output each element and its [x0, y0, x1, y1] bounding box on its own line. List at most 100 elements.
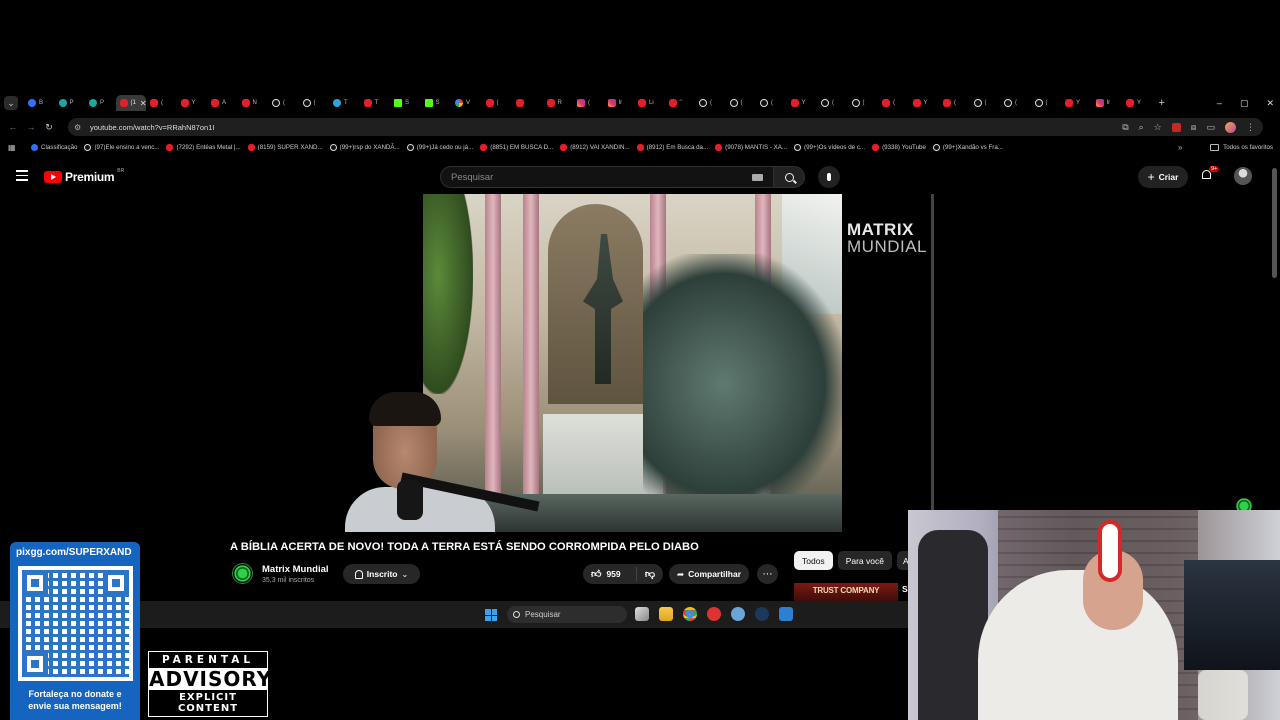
tab[interactable]: " [665, 95, 696, 111]
tab-active[interactable]: (1 ✕ [115, 95, 146, 111]
bookmark-item[interactable]: Classificação [31, 144, 77, 151]
tab[interactable]: S [390, 95, 421, 111]
bookmark-star-icon[interactable]: ☆ [1154, 122, 1162, 133]
channel-name[interactable]: Matrix Mundial [262, 564, 329, 575]
share-button[interactable]: ➦ Compartilhar [669, 564, 749, 584]
task-view-icon[interactable] [635, 607, 649, 621]
tab[interactable]: ( [1031, 95, 1062, 111]
zoom-icon[interactable]: ⌕ [1139, 122, 1144, 133]
bookmark-item[interactable]: (9338) YouTube [872, 144, 926, 151]
bookmark-item[interactable]: (7292) Entéas Metal |... [166, 144, 241, 151]
chrome-menu-icon[interactable]: ⋮ [1246, 122, 1255, 133]
chrome-icon[interactable] [683, 607, 697, 621]
tab[interactable]: T [329, 95, 360, 111]
tab[interactable] [512, 95, 543, 111]
extensions-puzzle-icon[interactable]: ⧈ [1191, 122, 1197, 133]
tab[interactable]: Ir [1092, 95, 1123, 111]
bookmark-item[interactable]: (8912) VAI XANDIN... [560, 144, 630, 151]
tab[interactable]: Y [1061, 95, 1092, 111]
maximize-button[interactable]: ▢ [1240, 98, 1249, 109]
keyboard-icon[interactable] [752, 173, 763, 181]
recommended-video-title[interactable]: S [902, 584, 908, 594]
tab[interactable]: Li [634, 95, 665, 111]
reload-icon[interactable]: ↻ [40, 122, 58, 133]
url-text[interactable]: youtube.com/watch?v=RRahN87on1I [90, 123, 214, 132]
recommended-video-thumbnail[interactable]: TRUST COMPANY [794, 583, 898, 603]
subscribed-button[interactable]: Inscrito ⌄ [343, 564, 420, 584]
tab[interactable]: ( [726, 95, 757, 111]
chip-todos[interactable]: Todos [794, 551, 833, 570]
tab[interactable]: Y [1122, 95, 1153, 111]
omnibox[interactable]: ⚙ youtube.com/watch?v=RRahN87on1I ⧉ ⌕ ☆ … [68, 118, 1263, 136]
tab[interactable]: N [238, 95, 269, 111]
windows-start-icon[interactable] [485, 609, 497, 621]
create-button[interactable]: + Criar [1138, 166, 1188, 188]
apps-grid-icon[interactable]: ▦ [8, 143, 24, 152]
app-blue-icon[interactable] [779, 607, 793, 621]
tab[interactable]: P [85, 95, 116, 111]
tab-search-icon[interactable]: ⌄ [4, 96, 18, 110]
tab[interactable]: ( [848, 95, 879, 111]
bookmarks-overflow-icon[interactable]: » [1178, 143, 1182, 152]
tab[interactable]: Ir [604, 95, 635, 111]
site-info-icon[interactable]: ⚙ [74, 123, 86, 132]
all-bookmarks-button[interactable]: Todos os favoritos [1210, 144, 1273, 151]
taskbar-search[interactable]: Pesquisar [507, 606, 627, 623]
install-app-icon[interactable]: ⧉ [1122, 122, 1128, 133]
search-input[interactable] [451, 171, 741, 183]
bookmark-item[interactable]: (97)Ele ensino a venc... [84, 144, 159, 151]
profile-avatar[interactable] [1225, 121, 1236, 133]
channel-avatar[interactable] [232, 563, 253, 584]
app-red-icon[interactable] [707, 607, 721, 621]
more-actions-button[interactable]: ⋯ [757, 564, 778, 584]
dislike-button[interactable]: 👎︎ [637, 568, 663, 580]
account-avatar[interactable] [1234, 167, 1252, 185]
like-button[interactable]: 👍︎ 959 [583, 567, 637, 581]
tab[interactable]: ( [817, 95, 848, 111]
tab[interactable]: V [451, 95, 482, 111]
tab[interactable]: S [421, 95, 452, 111]
tab[interactable]: P [55, 95, 86, 111]
close-window-button[interactable]: ✕ [1266, 98, 1274, 109]
bookmark-item[interactable]: (8912) Em Busca da... [636, 144, 708, 151]
tab[interactable]: Y [909, 95, 940, 111]
tab[interactable]: ( [756, 95, 787, 111]
notifications-button[interactable]: 9+ [1201, 166, 1220, 182]
tab[interactable]: ( [299, 95, 330, 111]
tab[interactable]: A [207, 95, 238, 111]
tab[interactable]: ( [482, 95, 513, 111]
bookmark-item[interactable]: (8851) EM BUSCA D... [480, 144, 553, 151]
youtube-premium-logo[interactable]: Premium BR [44, 168, 124, 184]
tab[interactable]: ( [573, 95, 604, 111]
search-button[interactable] [773, 166, 805, 188]
settings-gear-icon[interactable] [731, 607, 745, 621]
tab[interactable]: ( [695, 95, 726, 111]
tab[interactable]: T [360, 95, 391, 111]
tab[interactable]: ( [268, 95, 299, 111]
new-tab-button[interactable]: + [1159, 97, 1165, 109]
tab[interactable]: B [24, 95, 55, 111]
extension-icon[interactable] [1171, 122, 1181, 132]
bookmark-item[interactable]: (99+)Os vídeos de c... [794, 144, 865, 151]
bookmark-item[interactable]: (8159) SUPER XAND... [247, 144, 323, 151]
tab[interactable]: Y [177, 95, 208, 111]
forward-icon[interactable]: → [22, 122, 40, 132]
bookmark-item[interactable]: (99+)rsp do XANDÃ... [329, 144, 400, 151]
tab[interactable]: ( [1000, 95, 1031, 111]
tab[interactable]: R [543, 95, 574, 111]
bookmark-item[interactable]: (99+)Xandão vs Fra... [932, 144, 1003, 151]
minimize-button[interactable]: – [1217, 98, 1222, 108]
bookmark-item[interactable]: (99+)Já cedo ou já... [406, 144, 473, 151]
file-explorer-icon[interactable] [659, 607, 673, 621]
page-scrollbar[interactable] [1272, 168, 1277, 278]
tab[interactable]: ( [878, 95, 909, 111]
chip-para-voce[interactable]: Para você [837, 551, 892, 570]
bookmark-item[interactable]: (9078) MANTIS - XA... [715, 144, 787, 151]
back-icon[interactable]: ← [4, 122, 22, 132]
tab[interactable]: ( [146, 95, 177, 111]
tab[interactable]: ( [939, 95, 970, 111]
sidebar-icon[interactable]: ▭ [1206, 122, 1215, 133]
tab[interactable]: Y [787, 95, 818, 111]
guide-menu-icon[interactable] [16, 170, 28, 184]
steam-icon[interactable] [755, 607, 769, 621]
